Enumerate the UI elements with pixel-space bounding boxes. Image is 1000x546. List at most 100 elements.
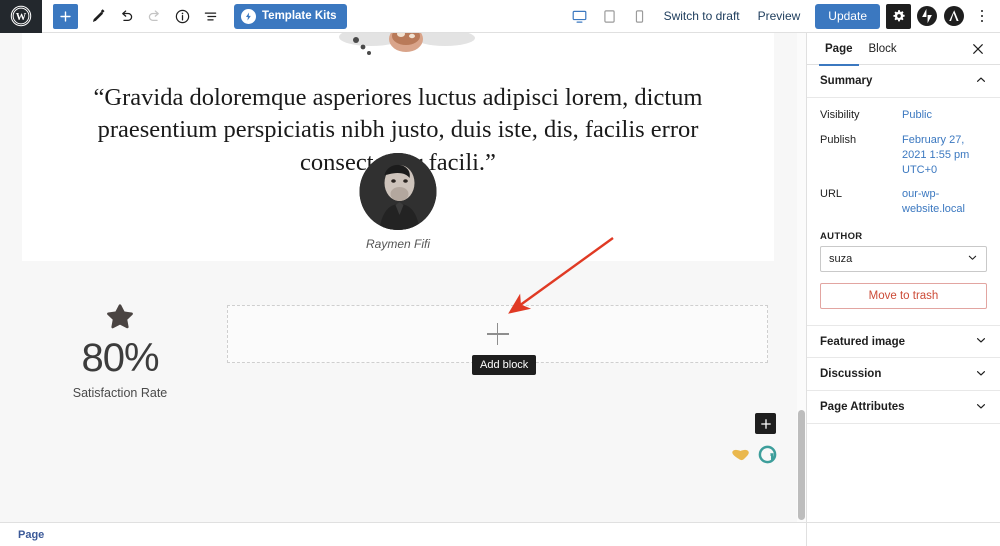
breadcrumb-page[interactable]: Page <box>18 529 44 541</box>
editor-canvas[interactable]: “Gravida doloremque asperiores luctus ad… <box>0 33 806 522</box>
settings-button[interactable] <box>886 3 911 29</box>
plus-icon <box>486 323 509 345</box>
chevron-down-icon <box>975 367 987 382</box>
bolt-glyph <box>245 12 251 20</box>
kebab-dot <box>980 19 984 23</box>
gold-blob-glyph <box>732 449 749 461</box>
canvas-scrollbar-thumb[interactable] <box>798 410 805 520</box>
row-publish: Publish February 27, 2021 1:55 pm UTC+0 <box>820 128 987 183</box>
astra-icon <box>944 6 964 26</box>
tab-block[interactable]: Block <box>861 33 905 65</box>
publish-value[interactable]: February 27, 2021 1:55 pm UTC+0 <box>902 133 987 178</box>
jetpack-button[interactable] <box>917 6 937 26</box>
details-button[interactable] <box>168 2 196 30</box>
more-options-button[interactable] <box>971 3 993 29</box>
stat-block-satisfaction[interactable]: 80% Satisfaction Rate <box>36 303 204 400</box>
author-select[interactable]: suza <box>820 246 987 273</box>
bottom-bar-divider <box>806 522 807 546</box>
testimonial-block[interactable]: “Gravida doloremque asperiores luctus ad… <box>22 33 774 261</box>
section-header-page-attributes[interactable]: Page Attributes <box>807 391 1000 425</box>
plus-icon <box>60 10 71 22</box>
decorative-hero-image <box>339 33 475 55</box>
teal-q-icon[interactable] <box>758 445 777 469</box>
canvas-scrollbar[interactable] <box>797 33 806 522</box>
gold-blob-icon[interactable] <box>731 447 750 467</box>
chevron-down-icon <box>967 252 978 266</box>
close-sidebar-button[interactable] <box>966 37 990 61</box>
preview-desktop[interactable] <box>565 1 595 31</box>
gear-icon <box>892 10 905 22</box>
section-header-discussion[interactable]: Discussion <box>807 358 1000 392</box>
chevron-up-glyph <box>976 77 986 82</box>
url-value[interactable]: our-wp-website.local <box>902 187 987 217</box>
jetpack-icon <box>917 6 937 26</box>
tab-page[interactable]: Page <box>817 33 861 66</box>
pencil-icon <box>92 8 105 22</box>
move-to-trash-button[interactable]: Move to trash <box>820 283 987 310</box>
top-bar-right-tools: Switch to draft Preview Update <box>565 1 1000 31</box>
author-name: Raymen Fifi <box>365 237 430 251</box>
preview-button[interactable]: Preview <box>749 1 810 31</box>
section-title-page-attributes: Page Attributes <box>820 401 905 414</box>
list-view-icon <box>204 11 216 21</box>
summary-body: Visibility Public Publish February 27, 2… <box>807 98 1000 325</box>
tablet-icon <box>604 9 615 23</box>
section-title-featured-image: Featured image <box>820 335 905 348</box>
url-label: URL <box>820 188 843 201</box>
template-kits-button[interactable]: Template Kits <box>234 3 347 29</box>
chevron-down-glyph <box>968 255 977 260</box>
sidebar-tabs: Page Block <box>807 33 1000 66</box>
chevron-up-icon <box>975 74 987 89</box>
chevron-down-icon <box>975 334 987 349</box>
stat-label: Satisfaction Rate <box>72 386 168 400</box>
chevron-down-icon <box>975 400 987 415</box>
author-select-value: suza <box>829 253 853 266</box>
info-icon <box>175 9 189 23</box>
plus-icon <box>760 418 771 429</box>
template-kits-label: Template Kits <box>262 10 337 22</box>
undo-icon <box>121 9 132 21</box>
section-header-summary[interactable]: Summary <box>807 65 1000 98</box>
visibility-label: Visibility <box>820 109 860 121</box>
chevron-down-glyph <box>976 338 986 343</box>
add-block-inserter-button[interactable] <box>755 413 776 434</box>
kebab-dot <box>980 14 984 18</box>
star-icon <box>36 303 204 331</box>
tools-edit-mode[interactable] <box>84 2 112 30</box>
desktop-icon <box>572 10 587 23</box>
section-header-featured-image[interactable]: Featured image <box>807 325 1000 359</box>
astra-button[interactable] <box>944 6 964 26</box>
publish-label: Publish <box>820 133 857 146</box>
update-button[interactable]: Update <box>815 3 880 29</box>
author-caption: AUTHOR <box>820 231 863 243</box>
mobile-icon <box>635 9 644 23</box>
chevron-down-glyph <box>976 370 986 376</box>
row-visibility: Visibility Public <box>820 103 987 128</box>
switch-to-draft-button[interactable]: Switch to draft <box>655 1 749 31</box>
close-icon <box>973 43 983 54</box>
top-bar-left-tools: Template Kits <box>42 2 347 30</box>
star-glyph <box>107 304 133 329</box>
redo-icon <box>148 9 159 21</box>
svg-text:W: W <box>16 12 27 23</box>
kebab-dot <box>980 9 984 13</box>
section-title-discussion: Discussion <box>820 368 882 381</box>
add-block-toggle[interactable] <box>53 3 78 29</box>
editor-bottom-bar: Page <box>0 522 1000 546</box>
list-view-button[interactable] <box>196 2 224 30</box>
settings-sidebar: Page Block Summary Visibility Public Pub… <box>806 33 1000 522</box>
preview-tablet[interactable] <box>595 1 625 31</box>
visibility-value[interactable]: Public <box>902 108 932 123</box>
envato-bolt-icon <box>241 8 256 24</box>
add-block-tooltip: Add block <box>472 355 537 375</box>
avatar <box>359 153 437 230</box>
chevron-down-glyph <box>976 403 986 409</box>
undo-button[interactable] <box>112 2 140 30</box>
canvas-corner-icons <box>731 445 777 469</box>
stat-value: 80% <box>81 336 159 380</box>
portrait-photo-icon <box>359 153 437 230</box>
preview-mobile[interactable] <box>625 1 655 31</box>
wordpress-logo[interactable]: W <box>0 0 42 33</box>
redo-button[interactable] <box>140 2 168 30</box>
wordpress-logo-icon: W <box>10 5 32 27</box>
